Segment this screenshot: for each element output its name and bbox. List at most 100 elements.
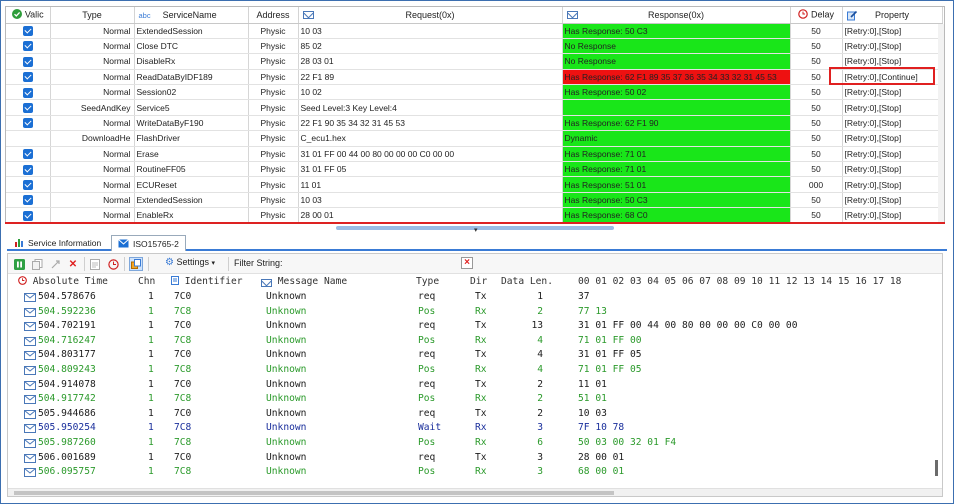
address-cell[interactable]: Physic [248,207,299,223]
table-row[interactable]: DownloadHe FlashDriver Physic C_ecu1.hex Dyn… [6,130,943,147]
type-cell[interactable]: Normal [50,69,135,86]
property-cell[interactable]: [Retry:0],[Stop] [842,84,943,101]
page-icon[interactable] [88,257,102,271]
table-row[interactable]: Normal ExtendedSession Physic 10 03 Has Resp… [6,23,943,39]
list-item[interactable]: 504.578676 1 7C0 Unknown req Tx 1 37 [8,290,942,305]
trace-col-bytes[interactable]: 00 01 02 03 04 05 06 07 08 09 10 11 12 1… [578,276,901,287]
valid-checkbox[interactable] [6,161,51,178]
property-cell[interactable]: [Retry:0],[Stop] [842,23,943,39]
valid-checkbox[interactable] [6,130,51,147]
response-cell[interactable]: Has Response: 71 01 [562,146,791,163]
address-cell[interactable]: Physic [248,84,299,101]
property-cell[interactable]: [Retry:0],[Stop] [842,99,943,116]
response-cell[interactable]: Has Response: 62 F1 90 [562,115,791,132]
trace-col-type[interactable]: Type [416,276,439,287]
address-cell[interactable]: Physic [248,23,299,39]
delay-cell[interactable]: 50 [790,192,843,209]
service-name-cell[interactable]: ExtendedSession [134,192,249,209]
request-cell[interactable]: Seed Level:3 Key Level:4 [298,99,563,116]
checkbox-checked-icon[interactable] [22,164,33,175]
table-row[interactable]: Normal Erase Physic 31 01 FF 00 44 00 80 00… [6,146,943,163]
address-cell[interactable]: Physic [248,69,299,86]
type-cell[interactable]: Normal [50,146,135,163]
response-cell[interactable]: Has Response: 50 02 [562,84,791,101]
col-address[interactable]: Address [248,7,299,24]
property-cell[interactable]: [Retry:0],[Stop] [842,115,943,132]
list-item[interactable]: 505.950254 1 7C8 Unknown Wait Rx 3 7F 10 78 [8,421,942,436]
response-cell[interactable]: Has Response: 50 C3 [562,192,791,209]
service-name-cell[interactable]: Erase [134,146,249,163]
service-name-cell[interactable]: Session02 [134,84,249,101]
valid-checkbox[interactable] [6,207,51,223]
delay-cell[interactable]: 50 [790,161,843,178]
table-row[interactable]: Normal RoutineFF05 Physic 31 01 FF 05 Has Re… [6,161,943,178]
request-cell[interactable]: C_ecu1.hex [298,130,563,147]
service-name-cell[interactable]: EnableRx [134,207,249,223]
scroll-lock-toggle[interactable] [129,257,143,271]
table-row[interactable]: Normal EnableRx Physic 28 00 01 Has Response… [6,207,943,223]
list-item[interactable]: 504.917742 1 7C8 Unknown Pos Rx 2 51 01 [8,392,942,407]
list-item[interactable]: 504.716247 1 7C8 Unknown Pos Rx 4 71 01 FF 00 [8,334,942,349]
type-cell[interactable]: Normal [50,53,135,70]
delay-cell[interactable]: 50 [790,38,843,55]
type-cell[interactable]: Normal [50,23,135,39]
col-valid[interactable]: Valic [6,7,51,24]
request-cell[interactable]: 10 03 [298,192,563,209]
property-cell[interactable]: [Retry:0],[Stop] [842,207,943,223]
delay-cell[interactable]: 50 [790,69,843,86]
address-cell[interactable]: Physic [248,53,299,70]
request-cell[interactable]: 28 00 01 [298,207,563,223]
service-name-cell[interactable]: RoutineFF05 [134,161,249,178]
checkbox-checked-icon[interactable] [22,41,33,52]
table-row[interactable]: Normal Close DTC Physic 85 02 No Response 50[… [6,38,943,55]
type-cell[interactable]: Normal [50,84,135,101]
link-icon[interactable] [48,257,62,271]
response-cell[interactable]: No Response [562,38,791,55]
table-row[interactable]: SeedAndKey Service5 Physic Seed Level:3 Key… [6,99,943,116]
grid-vertical-scrollbar[interactable] [938,24,944,223]
delay-cell[interactable]: 50 [790,99,843,116]
property-cell[interactable]: [Retry:0],[Stop] [842,130,943,147]
trace-col-message-name[interactable]: Message Name [261,276,347,287]
delay-cell[interactable]: 000 [790,176,843,193]
valid-checkbox[interactable] [6,84,51,101]
response-cell[interactable]: Has Response: 62 F1 89 35 37 36 35 34 33… [562,69,791,86]
request-cell[interactable]: 85 02 [298,38,563,55]
delete-icon[interactable]: ✕ [66,257,80,271]
address-cell[interactable]: Physic [248,176,299,193]
type-cell[interactable]: DownloadHe [50,130,135,147]
list-item[interactable]: 504.592236 1 7C8 Unknown Pos Rx 2 77 13 [8,305,942,320]
service-name-cell[interactable]: DisableRx [134,53,249,70]
property-cell[interactable]: [Retry:0],[Stop] [842,176,943,193]
col-response[interactable]: Response(0x) [562,7,791,24]
request-cell[interactable]: 22 F1 89 [298,69,563,86]
trace-col-time[interactable]: Absolute Time [18,276,108,287]
list-item[interactable]: 505.944686 1 7C0 Unknown req Tx 2 10 03 [8,407,942,422]
list-item[interactable]: 504.914078 1 7C0 Unknown req Tx 2 11 01 [8,378,942,393]
checkbox-checked-icon[interactable] [22,72,33,83]
type-cell[interactable]: Normal [50,38,135,55]
request-cell[interactable]: 22 F1 90 35 34 32 31 45 53 [298,115,563,132]
service-name-cell[interactable]: Close DTC [134,38,249,55]
checkbox-checked-icon[interactable] [22,195,33,206]
checkbox-checked-icon[interactable] [22,103,33,114]
settings-dropdown[interactable]: ⚙ Settings ▾ [165,257,215,268]
checkbox-checked-icon[interactable] [22,56,33,67]
copy-icon[interactable] [30,257,44,271]
property-cell[interactable]: [Retry:0],[Stop] [842,161,943,178]
valid-checkbox[interactable] [6,99,51,116]
request-cell[interactable]: 11 01 [298,176,563,193]
col-request[interactable]: Request(0x) [298,7,563,24]
response-cell[interactable]: Has Response: 68 C0 [562,207,791,223]
list-item[interactable]: 505.987260 1 7C8 Unknown Pos Rx 6 50 03 00 32 0… [8,436,942,451]
type-cell[interactable]: SeedAndKey [50,99,135,116]
trace-col-dir[interactable]: Dir [470,276,487,287]
property-cell[interactable]: [Retry:0],[Stop] [842,192,943,209]
start-button[interactable] [12,257,26,271]
type-cell[interactable]: Normal [50,207,135,223]
trace-horizontal-scrollbar[interactable] [8,488,942,496]
type-cell[interactable]: Normal [50,176,135,193]
col-property[interactable]: Property [842,7,943,24]
valid-checkbox[interactable] [6,23,51,39]
delay-cell[interactable]: 50 [790,130,843,147]
